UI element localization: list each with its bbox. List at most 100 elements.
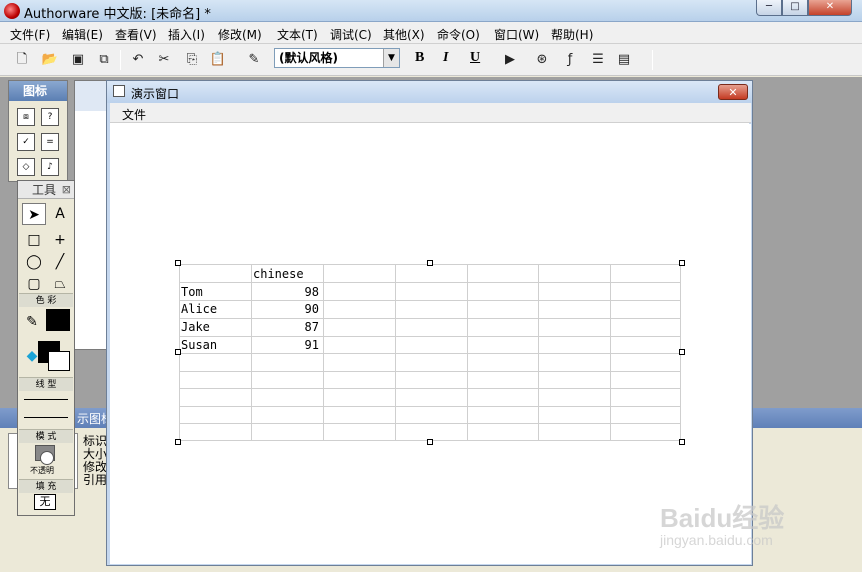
mode-label: 不透明 xyxy=(30,466,54,475)
import-icon[interactable]: ⧉ xyxy=(94,50,114,70)
row-name-cell: Tom xyxy=(181,285,203,299)
app-titlebar: Authorware 中文版: [未命名] * ─ □ ✕ xyxy=(0,0,862,22)
presentation-window-icon xyxy=(113,85,125,97)
sound-icon[interactable]: ♪ xyxy=(41,158,59,176)
watermark-url: jingyan.baidu.com xyxy=(660,532,773,548)
ellipse-tool-icon[interactable]: ◯ xyxy=(22,251,46,273)
column-header-chinese: chinese xyxy=(253,267,304,281)
presentation-title-bar: 演示窗口 ✕ xyxy=(107,81,752,103)
variable-icon[interactable]: ☰ xyxy=(588,50,608,70)
new-file-icon[interactable]: 🗋 xyxy=(12,50,32,70)
paste-icon[interactable]: 📋 xyxy=(208,50,228,70)
icon-palette-title: 图标 xyxy=(9,81,67,101)
menu-debug[interactable]: 调试(C) xyxy=(330,26,372,43)
selection-handle[interactable] xyxy=(679,439,685,445)
polygon-tool-icon[interactable]: ⏢ xyxy=(48,273,72,295)
selection-handle[interactable] xyxy=(679,260,685,266)
rounded-rect-tool-icon[interactable]: ▢ xyxy=(22,273,46,295)
mode-opaque-circle-icon xyxy=(40,451,54,465)
line-section-label: 线 型 xyxy=(19,377,73,391)
cut-icon[interactable]: ✂ xyxy=(154,50,174,70)
menu-edit[interactable]: 编辑(E) xyxy=(62,26,103,43)
line-style-thin[interactable] xyxy=(24,399,68,400)
selection-handle[interactable] xyxy=(175,349,181,355)
calculation-icon[interactable]: ✓ xyxy=(17,133,35,151)
property-label: 引用 xyxy=(83,473,108,487)
fill-pattern-button[interactable]: 无 xyxy=(34,494,56,510)
row-score-cell: 90 xyxy=(304,302,319,316)
selection-handle[interactable] xyxy=(427,439,433,445)
menu-modify[interactable]: 修改(M) xyxy=(218,26,262,43)
tools-palette: 工具 ⊠ ➤ A □ + ◯ ╱ ▢ ⏢ 色 彩 ✎ ◆ 线 型 模 式 不透明… xyxy=(17,180,75,516)
function-icon[interactable]: ƒ xyxy=(560,50,580,70)
control-panel-icon[interactable]: ⊛ xyxy=(532,50,552,70)
diagonal-line-tool-icon[interactable]: ╱ xyxy=(48,251,72,273)
color-section-label: 色 彩 xyxy=(19,293,73,307)
close-button[interactable]: ✕ xyxy=(808,0,852,16)
tools-title-bar: 工具 ⊠ xyxy=(18,181,74,199)
authorware-logo-icon xyxy=(4,3,20,19)
menu-help[interactable]: 帮助(H) xyxy=(551,26,593,43)
knowledge-object-icon[interactable]: ▤ xyxy=(614,50,634,70)
row-name-cell: Jake xyxy=(181,320,210,334)
menu-commands[interactable]: 命令(O) xyxy=(437,26,480,43)
interaction-icon[interactable]: ? xyxy=(41,108,59,126)
menu-bar: 文件(F) 编辑(E) 查看(V) 插入(I) 修改(M) 文本(T) 调试(C… xyxy=(0,22,862,44)
presentation-menu-bar: 文件 xyxy=(110,103,751,123)
presentation-close-button[interactable]: ✕ xyxy=(718,84,748,100)
save-all-icon[interactable]: ▣ xyxy=(68,50,88,70)
close-icon[interactable]: ⊠ xyxy=(62,181,71,199)
style-select-value: (默认风格) xyxy=(279,51,338,65)
copy-icon[interactable]: ⎘ xyxy=(182,50,202,70)
underline-button[interactable]: U xyxy=(470,50,480,66)
row-score-cell: 91 xyxy=(304,338,319,352)
decision-icon[interactable]: = xyxy=(41,133,59,151)
mode-section-label: 模 式 xyxy=(19,429,73,443)
fill-section-label: 填 充 xyxy=(19,479,73,493)
find-icon[interactable]: ✎ xyxy=(244,50,264,70)
window-title: Authorware 中文版: [未命名] * xyxy=(24,7,211,22)
data-grid[interactable]: chinese Tom 98 Alice 90 Jake 87 Susan 91 xyxy=(179,264,681,441)
play-icon[interactable]: ▶ xyxy=(500,50,520,70)
toolbar-separator xyxy=(120,50,121,70)
undo-icon[interactable]: ↶ xyxy=(128,50,148,70)
line-style-thin[interactable] xyxy=(24,417,68,418)
menu-other[interactable]: 其他(X) xyxy=(383,26,425,43)
rectangle-tool-icon[interactable]: □ xyxy=(22,229,46,251)
selection-handle[interactable] xyxy=(175,439,181,445)
row-name-cell: Alice xyxy=(181,302,218,316)
line-color-swatch[interactable] xyxy=(46,309,70,331)
toolbar-separator xyxy=(652,50,653,70)
bold-button[interactable]: B xyxy=(415,50,424,66)
menu-window[interactable]: 窗口(W) xyxy=(494,26,539,43)
selection-handle[interactable] xyxy=(679,349,685,355)
pencil-icon[interactable]: ✎ xyxy=(20,311,44,333)
selection-handle[interactable] xyxy=(427,260,433,266)
open-folder-icon[interactable]: 📂 xyxy=(40,50,60,70)
menu-view[interactable]: 查看(V) xyxy=(115,26,157,43)
style-select[interactable]: (默认风格) ▼ xyxy=(274,48,400,68)
text-tool-icon[interactable]: A xyxy=(48,203,72,225)
watermark-brand: Baidu经验 xyxy=(660,503,785,533)
tools-title: 工具 xyxy=(32,183,57,197)
italic-button[interactable]: I xyxy=(443,50,448,66)
row-score-cell: 87 xyxy=(304,320,319,334)
line-tool-icon[interactable]: + xyxy=(48,229,72,251)
selection-handle[interactable] xyxy=(175,260,181,266)
presentation-menu-file[interactable]: 文件 xyxy=(122,106,146,123)
minimize-button[interactable]: ─ xyxy=(756,0,782,16)
pointer-tool-icon[interactable]: ➤ xyxy=(22,203,46,225)
toolbar: 🗋 📂 ▣ ⧉ ↶ ✂ ⎘ 📋 ✎ ▶ ⊛ ƒ ☰ ▤ xyxy=(0,44,862,76)
row-name-cell: Susan xyxy=(181,338,218,352)
maximize-button[interactable]: □ xyxy=(782,0,808,16)
icon-palette: 图标 ⧈ ? ✓ = ◇ ♪ xyxy=(8,80,68,182)
row-score-cell: 98 xyxy=(304,285,319,299)
chevron-down-icon[interactable]: ▼ xyxy=(383,49,399,67)
erase-icon[interactable]: ◇ xyxy=(17,158,35,176)
menu-insert[interactable]: 插入(I) xyxy=(168,26,205,43)
menu-file[interactable]: 文件(F) xyxy=(10,26,50,43)
background-color-swatch[interactable] xyxy=(48,351,70,371)
presentation-title: 演示窗口 xyxy=(131,87,180,101)
menu-text[interactable]: 文本(T) xyxy=(277,26,318,43)
display-icon[interactable]: ⧈ xyxy=(17,108,35,126)
